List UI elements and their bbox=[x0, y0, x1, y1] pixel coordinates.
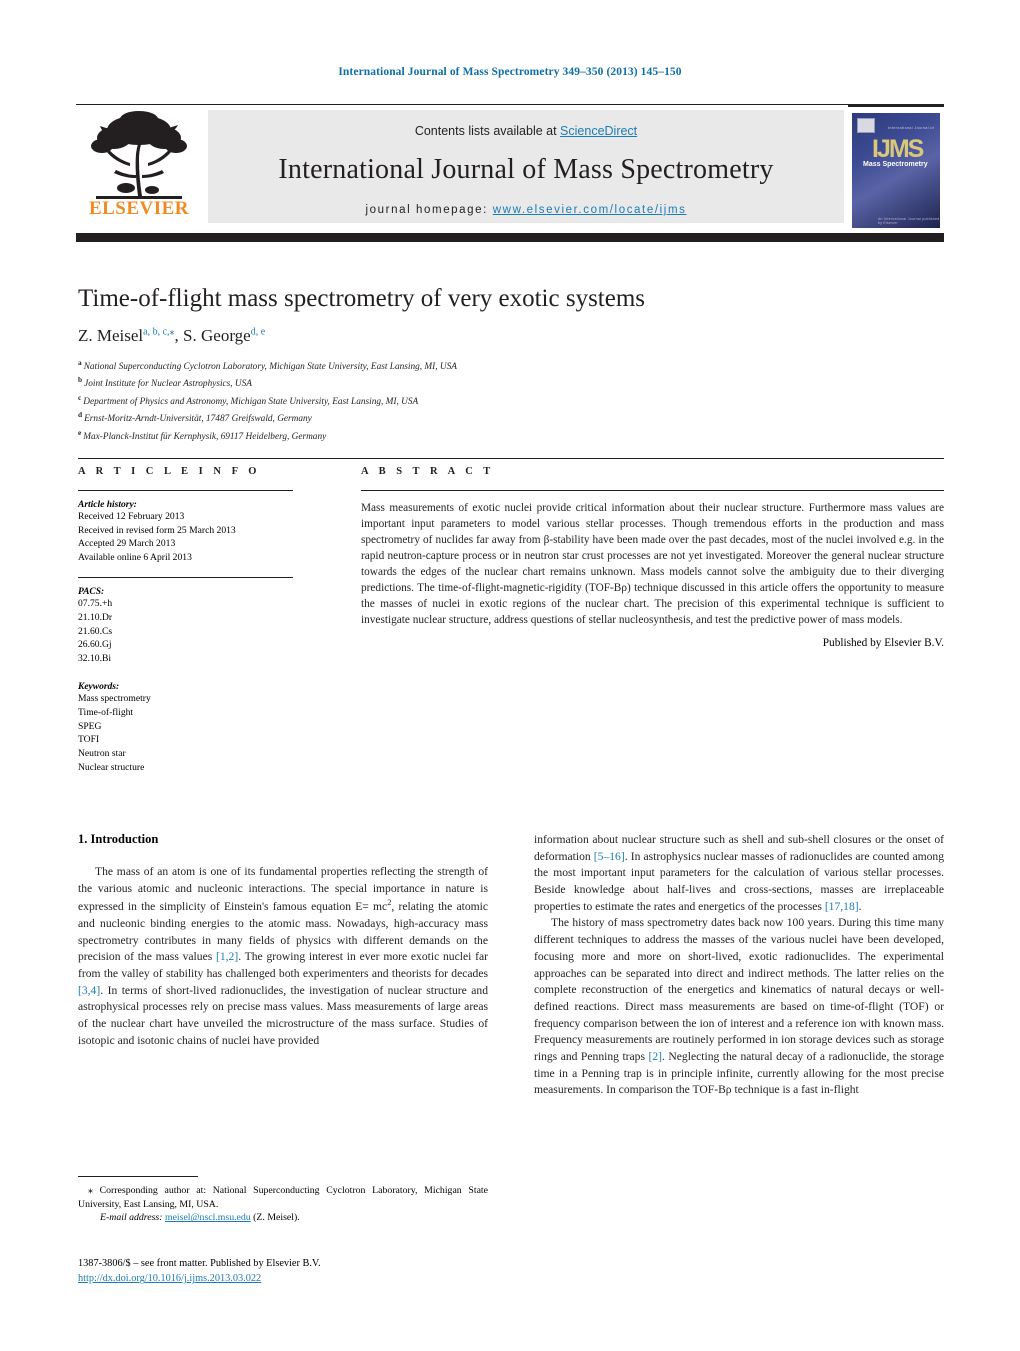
abstract-column: A B S T R A C T Mass measurements of exo… bbox=[361, 466, 944, 649]
keyword-item: Nuclear structure bbox=[78, 761, 145, 773]
body-column-right: information about nuclear structure such… bbox=[534, 832, 944, 1099]
author-separator: , bbox=[174, 325, 184, 345]
journal-article-page: International Journal of Mass Spectromet… bbox=[0, 0, 1020, 1351]
email-owner: (Z. Meisel). bbox=[253, 1212, 300, 1224]
pacs-label: PACS: bbox=[78, 587, 105, 598]
body-column-left: 1. Introduction The mass of an atom is o… bbox=[78, 832, 488, 1049]
cover-logo-box bbox=[857, 118, 875, 133]
email-note: E-mail address: meisel@nscl.msu.edu (Z. … bbox=[78, 1211, 488, 1225]
email-label: E-mail address: bbox=[100, 1212, 163, 1224]
citation-ref[interactable]: [2] bbox=[648, 1050, 662, 1063]
abstract-rule bbox=[361, 490, 944, 491]
affiliation-text: National Superconducting Cyclotron Labor… bbox=[83, 361, 457, 372]
running-head: International Journal of Mass Spectromet… bbox=[338, 66, 682, 78]
affiliation-mark: c bbox=[78, 392, 82, 402]
article-info-column: A R T I C L E I N F O Article history: R… bbox=[78, 466, 293, 774]
footnote-block: ⁎ Corresponding author at: National Supe… bbox=[78, 1176, 488, 1225]
journal-band: Contents lists available at ScienceDirec… bbox=[208, 110, 844, 223]
citation-ref[interactable]: [1,2] bbox=[216, 950, 238, 963]
keyword-item: Neutron star bbox=[78, 747, 126, 759]
colophon: 1387-3806/$ – see front matter. Publishe… bbox=[78, 1256, 498, 1287]
pacs-item: 07.75.+h bbox=[78, 598, 113, 610]
author-name: S. George bbox=[183, 325, 251, 345]
pacs-item: 21.10.Dr bbox=[78, 612, 113, 624]
masthead-black-bar bbox=[76, 233, 944, 242]
cover-bottom-text: An International Journal published by El… bbox=[878, 217, 940, 225]
contents-available-line: Contents lists available at ScienceDirec… bbox=[208, 124, 844, 138]
pacs-item: 21.60.Cs bbox=[78, 625, 113, 637]
article-info-rule bbox=[78, 490, 293, 491]
citation-ref[interactable]: [17,18] bbox=[825, 900, 859, 913]
cover-top-text: International Journal of bbox=[888, 126, 935, 130]
author-name: Z. Meisel bbox=[78, 325, 144, 345]
elsevier-tree-icon bbox=[91, 111, 187, 199]
affiliation-item: a National Superconducting Cyclotron Labo… bbox=[78, 357, 768, 375]
cover-acronym: IJMS bbox=[872, 135, 924, 163]
sciencedirect-link[interactable]: ScienceDirect bbox=[560, 124, 637, 138]
journal-homepage-link[interactable]: www.elsevier.com/locate/ijms bbox=[493, 204, 687, 216]
affiliation-list: a National Superconducting Cyclotron Labo… bbox=[78, 357, 768, 445]
journal-masthead: ELSEVIER Contents lists available at Sci… bbox=[76, 104, 944, 228]
elsevier-logo: ELSEVIER bbox=[80, 110, 198, 228]
contents-prefix: Contents lists available at bbox=[414, 124, 561, 138]
masthead-top-rule bbox=[76, 104, 944, 105]
body-paragraph: The mass of an atom is one of its fundam… bbox=[78, 865, 489, 1047]
body-paragraph: information about nuclear structure such… bbox=[534, 833, 945, 913]
affiliation-text: Ernst-Moritz-Arndt-Universität, 17487 Gr… bbox=[84, 414, 312, 425]
article-history-item: Received 12 February 2013 bbox=[78, 511, 185, 522]
affiliation-item: b Joint Institute for Nuclear Astrophysic… bbox=[78, 374, 768, 392]
elsevier-wordmark: ELSEVIER bbox=[88, 198, 190, 219]
article-history-item: Available online 6 April 2013 bbox=[78, 551, 192, 563]
corresponding-author-note: ⁎ Corresponding author at: National Supe… bbox=[78, 1185, 488, 1210]
keyword-item: SPEG bbox=[78, 720, 102, 732]
affiliation-item: d Ernst-Moritz-Arndt-Universität, 17487 G… bbox=[78, 409, 768, 427]
section-title-introduction: 1. Introduction bbox=[78, 832, 159, 846]
affiliation-item: e Max-Planck-Institut für Kernphysik, 691… bbox=[78, 427, 768, 445]
keyword-item: Time-of-flight bbox=[78, 707, 134, 719]
abstract-credit: Published by Elsevier B.V. bbox=[822, 637, 944, 650]
page-title: Time-of-flight mass spectrometry of very… bbox=[78, 285, 646, 312]
affiliation-item: c Department of Physics and Astronomy, Mi… bbox=[78, 392, 768, 410]
affiliation-text: Joint Institute for Nuclear Astrophysics… bbox=[84, 379, 252, 390]
abstract-text: Mass measurements of exotic nuclei provi… bbox=[361, 502, 944, 627]
info-abstract-top-rule bbox=[78, 458, 944, 459]
article-info-heading: A R T I C L E I N F O bbox=[78, 466, 261, 477]
cover-subtitle: Mass Spectrometry bbox=[863, 161, 928, 168]
affiliation-mark: d bbox=[78, 410, 83, 420]
affiliation-text: Max-Planck-Institut für Kernphysik, 6911… bbox=[83, 431, 327, 442]
pacs-item: 32.10.Bi bbox=[78, 652, 112, 664]
article-history-label: Article history: bbox=[78, 500, 137, 510]
citation-ref[interactable]: [5–16] bbox=[594, 850, 625, 863]
affiliation-mark: a bbox=[78, 357, 82, 367]
email-link[interactable]: meisel@nscl.msu.edu bbox=[165, 1212, 251, 1223]
title-block: Time-of-flight mass spectrometry of very… bbox=[78, 285, 768, 444]
author-list: Z. Meisela, b, c,⁎, S. Georged, e bbox=[78, 326, 768, 346]
article-history-item: Accepted 29 March 2013 bbox=[78, 538, 176, 550]
pacs-rule bbox=[78, 577, 293, 579]
author-affiliation-marks[interactable]: d, e bbox=[251, 326, 265, 337]
journal-title: International Journal of Mass Spectromet… bbox=[278, 154, 774, 185]
citation-ref[interactable]: [3,4] bbox=[78, 984, 100, 997]
keyword-item: Mass spectrometry bbox=[78, 693, 151, 705]
issn-front-matter-line: 1387-3806/$ – see front matter. Publishe… bbox=[78, 1258, 321, 1269]
author-affiliation-marks[interactable]: a, b, c,⁎ bbox=[143, 326, 174, 337]
doi-link[interactable]: http://dx.doi.org/10.1016/j.ijms.2013.03… bbox=[78, 1273, 261, 1284]
homepage-prefix: journal homepage: bbox=[365, 204, 488, 216]
body-paragraph: The history of mass spectrometry dates b… bbox=[534, 916, 944, 1097]
keyword-item: TOFI bbox=[78, 734, 100, 746]
footnote-rule bbox=[78, 1176, 198, 1177]
journal-homepage-line: journal homepage: www.elsevier.com/locat… bbox=[208, 204, 844, 216]
affiliation-mark: e bbox=[78, 427, 82, 437]
pacs-item: 26.60.Gj bbox=[78, 639, 112, 651]
keywords-label: Keywords: bbox=[78, 682, 120, 693]
journal-cover-thumbnail[interactable]: International Journal of IJMS Mass Spect… bbox=[848, 104, 944, 228]
cover-artwork: International Journal of IJMS Mass Spect… bbox=[852, 113, 940, 228]
affiliation-text: Department of Physics and Astronomy, Mic… bbox=[83, 396, 419, 407]
article-history-item: Received in revised form 25 March 2013 bbox=[78, 524, 236, 536]
abstract-heading: A B S T R A C T bbox=[361, 466, 495, 477]
affiliation-mark: b bbox=[78, 375, 83, 385]
